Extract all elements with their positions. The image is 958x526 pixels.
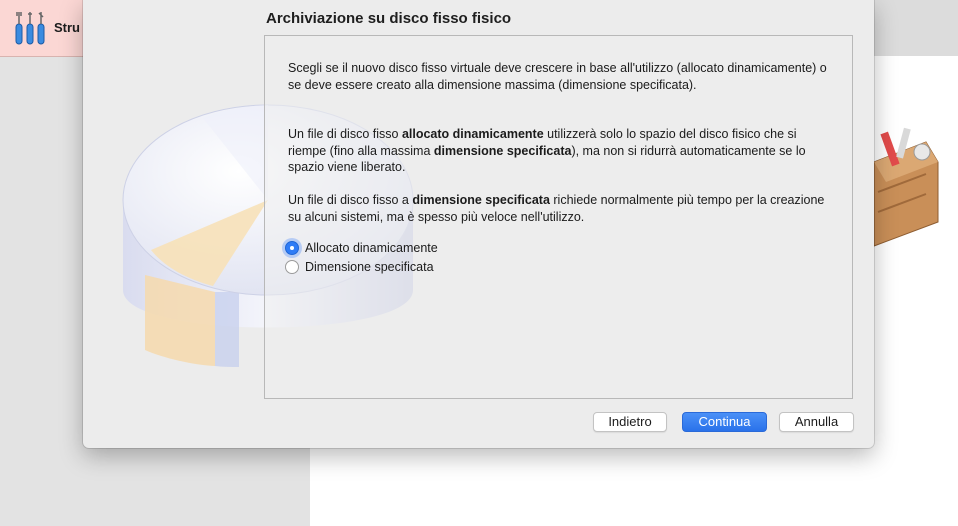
wizard-dialog: Archiviazione su disco fisso fisico Sceg… xyxy=(83,0,874,448)
toolbox-icon xyxy=(873,127,939,247)
toolbar-label: Stru xyxy=(54,20,80,35)
radio-option-dynamic[interactable]: Allocato dinamicamente xyxy=(285,239,438,257)
radio-button-unchecked-icon[interactable] xyxy=(285,260,299,274)
radio-label[interactable]: Dimensione specificata xyxy=(305,260,434,274)
description-paragraph-3: Un file di disco fisso a dimensione spec… xyxy=(288,192,833,225)
tools-icon xyxy=(15,12,45,45)
bold-term-dynamic: allocato dinamicamente xyxy=(401,127,544,141)
continue-button[interactable]: Continua xyxy=(682,412,767,432)
content-panel: Scegli se il nuovo disco fisso virtuale … xyxy=(264,35,853,399)
bold-term-fixed: dimensione specificata xyxy=(412,193,550,207)
cancel-button[interactable]: Annulla xyxy=(779,412,854,432)
radio-option-fixed[interactable]: Dimensione specificata xyxy=(285,258,434,276)
back-button[interactable]: Indietro xyxy=(593,412,667,432)
description-paragraph-2: Un file di disco fisso allocato dinamica… xyxy=(288,126,833,176)
background-window-topbar xyxy=(874,0,958,56)
radio-label[interactable]: Allocato dinamicamente xyxy=(305,241,438,255)
dialog-title: Archiviazione su disco fisso fisico xyxy=(266,10,512,27)
background-toolbar-item[interactable]: Stru xyxy=(0,0,90,57)
description-paragraph-1: Scegli se il nuovo disco fisso virtuale … xyxy=(288,61,827,92)
text-span: Un file di disco fisso xyxy=(288,127,402,141)
bold-term-fixed: dimensione specificata xyxy=(433,143,572,158)
radio-button-checked-icon[interactable] xyxy=(285,241,299,255)
text-span: Un file di disco fisso a xyxy=(288,193,413,207)
